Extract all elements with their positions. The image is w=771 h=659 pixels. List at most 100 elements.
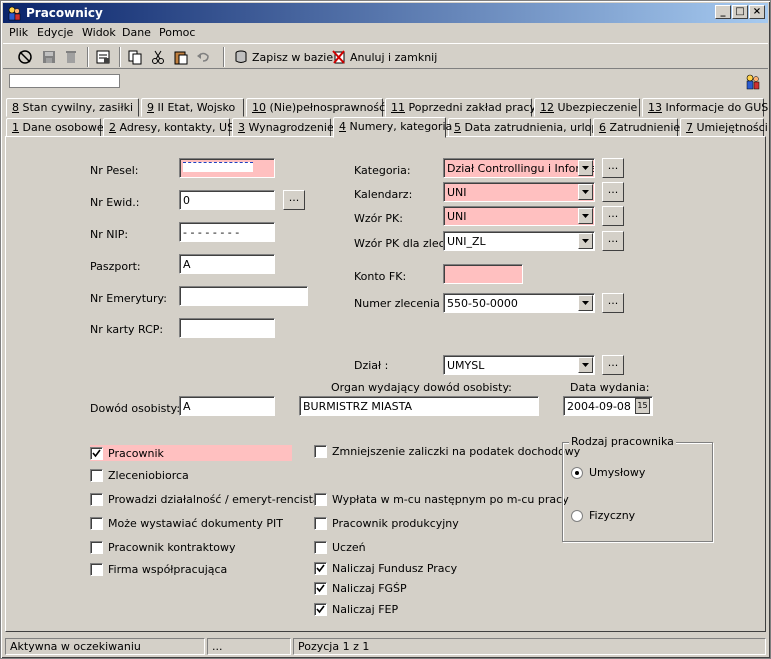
paszport-field[interactable]: A: [179, 254, 275, 274]
menu-edycje[interactable]: Edycje: [37, 26, 73, 39]
pit-checkbox[interactable]: Może wystawiać dokumenty PIT: [90, 517, 283, 530]
tab-ii-etat[interactable]: 9 II Etat, Wojsko: [141, 98, 244, 117]
tab-dane-osobowe[interactable]: 1 Dane osobowe: [6, 118, 104, 137]
calendar-icon[interactable]: 15: [635, 398, 650, 414]
save-to-database-button[interactable]: Zapisz w bazie: [233, 48, 333, 66]
cut-icon[interactable]: [148, 47, 168, 67]
tab-wynagrodzenie[interactable]: 3 Wynagrodzenie: [232, 118, 334, 137]
cancel-close-icon: [332, 50, 345, 64]
organ-field[interactable]: BURMISTRZ MIASTA: [299, 396, 539, 416]
dzial-select[interactable]: UMYSL: [443, 355, 595, 375]
tab-stan-cywilny[interactable]: 8 Stan cywilny, zasiłki: [6, 98, 139, 117]
minimize-button[interactable]: _: [715, 5, 731, 19]
tab-numery-kategoria[interactable]: 4 Numery, kategoria: [333, 117, 452, 138]
tab-adresy-kontakty[interactable]: 2 Adresy, kontakty, US: [103, 118, 234, 137]
chevron-down-icon[interactable]: [578, 357, 593, 373]
kalendarz-select[interactable]: UNI: [443, 182, 595, 202]
checkbox-box[interactable]: [90, 469, 103, 482]
umyslowy-radio[interactable]: Umysłowy: [571, 466, 645, 479]
chevron-down-icon[interactable]: [578, 295, 593, 311]
chevron-down-icon[interactable]: [578, 160, 593, 176]
fundusz-pracy-checkbox[interactable]: Naliczaj Fundusz Pracy: [314, 562, 457, 575]
menu-widok[interactable]: Widok: [82, 26, 116, 39]
dzial-value: UMYSL: [447, 359, 485, 372]
chevron-down-icon[interactable]: [578, 184, 593, 200]
tab-zatrudnienie[interactable]: 6 Zatrudnienie: [593, 118, 680, 137]
undo-icon[interactable]: [193, 47, 213, 67]
wzorpk-select[interactable]: UNI: [443, 206, 595, 226]
dzialalnosc-checkbox[interactable]: Prowadzi działalność / emeryt-rencista: [90, 493, 320, 506]
cancel-and-close-button[interactable]: Anuluj i zamknij: [331, 48, 437, 66]
checkbox-box[interactable]: [90, 446, 103, 460]
paste-icon[interactable]: [171, 47, 191, 67]
checkbox-box[interactable]: [90, 493, 103, 506]
pracownik-checkbox[interactable]: Pracownik: [90, 445, 292, 461]
menu-dane[interactable]: Dane: [122, 26, 151, 39]
checkbox-box[interactable]: [314, 493, 327, 506]
dowod-field[interactable]: A: [179, 396, 275, 416]
kalendarz-browse-button[interactable]: ...: [602, 182, 624, 202]
zleceniobiorca-checkbox[interactable]: Zleceniobiorca: [90, 469, 189, 482]
delete-record-icon[interactable]: [15, 47, 35, 67]
maximize-button[interactable]: □: [732, 5, 748, 19]
menu-pomoc[interactable]: Pomoc: [159, 26, 195, 39]
zlecenie-select[interactable]: 550-50-0000: [443, 293, 595, 313]
zlecenie-browse-button[interactable]: ...: [602, 293, 624, 313]
wzorpk-browse-button[interactable]: ...: [602, 206, 624, 226]
wyplata-nastepny-checkbox[interactable]: Wypłata w m-cu następnym po m-cu pracy: [314, 493, 569, 506]
chevron-down-icon[interactable]: [578, 233, 593, 249]
kontofk-field[interactable]: [443, 264, 523, 284]
checkbox-box[interactable]: [90, 517, 103, 530]
emerytury-field[interactable]: [179, 286, 308, 306]
rcp-field[interactable]: [179, 318, 275, 338]
radio-dot[interactable]: [571, 466, 583, 479]
wzorpk-zlec-browse-button[interactable]: ...: [602, 231, 624, 251]
tab-poprzedni-zaklad[interactable]: 11 Poprzedni zakład pracy: [385, 98, 536, 117]
checkbox-box[interactable]: [90, 541, 103, 554]
chevron-down-icon[interactable]: [578, 208, 593, 224]
produkcyjny-checkbox[interactable]: Pracownik produkcyjny: [314, 517, 459, 530]
pesel-field[interactable]: [179, 158, 275, 178]
tab-data-zatrudnienia[interactable]: 5 Data zatrudnienia, urlop: [448, 118, 598, 137]
zmniejszenie-zaliczki-checkbox[interactable]: Zmniejszenie zaliczki na podatek dochodo…: [314, 445, 580, 458]
close-button[interactable]: ×: [749, 5, 765, 19]
firma-wspolpracujaca-checkbox[interactable]: Firma współpracująca: [90, 563, 227, 576]
users-icon[interactable]: [744, 73, 762, 91]
rcp-label: Nr karty RCP:: [90, 323, 164, 336]
checkbox-box[interactable]: [314, 541, 327, 554]
delete-disabled-icon[interactable]: [61, 47, 81, 67]
title-bar[interactable]: Pracownicy _ □ ×: [3, 3, 768, 23]
nip-field[interactable]: - - - - - - - -: [179, 222, 275, 242]
checkbox-box[interactable]: [90, 563, 103, 576]
fep-label: Naliczaj FEP: [332, 603, 399, 616]
checkbox-box[interactable]: [314, 445, 327, 458]
menu-plik[interactable]: Plik: [9, 26, 28, 39]
checkbox-box[interactable]: [314, 603, 327, 616]
copy-icon[interactable]: [125, 47, 145, 67]
radio-dot[interactable]: [571, 509, 583, 522]
uczen-label: Uczeń: [332, 541, 366, 554]
fgsp-checkbox[interactable]: Naliczaj FGŚP: [314, 582, 407, 595]
database-save-icon: [235, 50, 247, 63]
tab-umiejetnosci[interactable]: 7 Umiejętności: [680, 118, 768, 137]
tab-ubezpieczenie[interactable]: 12 Ubezpieczenie: [534, 98, 640, 117]
ewid-field[interactable]: 0: [179, 190, 275, 210]
tab-niepelnosprawnosc[interactable]: 10 (Nie)pełnosprawność: [246, 98, 385, 117]
checkbox-box[interactable]: [314, 517, 327, 530]
data-wydania-field[interactable]: 2004-09-08 15: [563, 396, 653, 416]
kategoria-browse-button[interactable]: ...: [602, 158, 624, 178]
checkbox-box[interactable]: [314, 582, 327, 595]
kontraktowy-checkbox[interactable]: Pracownik kontraktowy: [90, 541, 236, 554]
wzorpk-label: Wzór PK:: [354, 212, 403, 225]
tab-informacje-gus[interactable]: 13 Informacje do GUS: [642, 98, 768, 117]
ewid-browse-button[interactable]: ...: [283, 190, 305, 210]
save-disk-icon[interactable]: [39, 47, 59, 67]
kategoria-select[interactable]: Dział Controllingu i Informat: [443, 158, 595, 178]
checkbox-box[interactable]: [314, 562, 327, 575]
properties-icon[interactable]: [93, 47, 113, 67]
wzorpk-zlec-select[interactable]: UNI_ZL: [443, 231, 595, 251]
fep-checkbox[interactable]: Naliczaj FEP: [314, 603, 398, 616]
uczen-checkbox[interactable]: Uczeń: [314, 541, 366, 554]
fizyczny-radio[interactable]: Fizyczny: [571, 509, 635, 522]
dzial-browse-button[interactable]: ...: [602, 355, 624, 375]
